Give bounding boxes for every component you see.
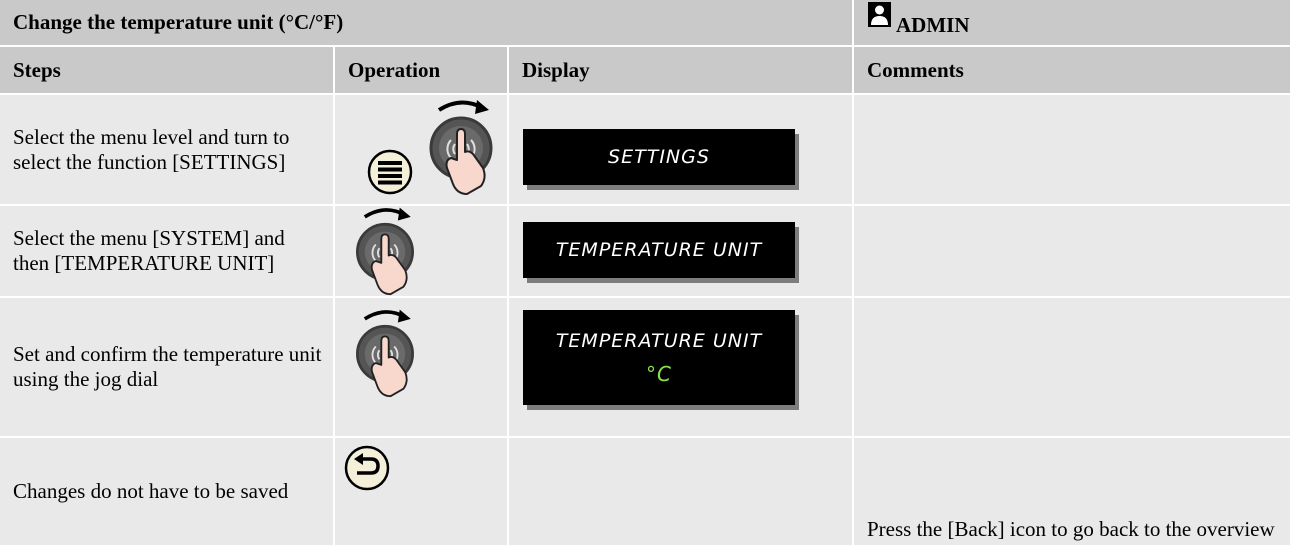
section-title: Change the temperature unit (°C/°F) xyxy=(0,0,854,47)
operation-cell xyxy=(335,206,509,298)
jog-dial-turn-icon xyxy=(348,306,422,398)
column-header-comments: Comments xyxy=(854,47,1290,95)
comment-cell: Press the [Back] icon to go back to the … xyxy=(854,438,1290,547)
lcd-line: TEMPERATURE UNIT xyxy=(555,238,763,261)
back-button-icon xyxy=(344,445,390,491)
role-badge: ADMIN xyxy=(854,0,1290,47)
display-cell: SETTINGS xyxy=(509,95,854,206)
step-text: Changes do not have to be saved xyxy=(0,438,335,547)
jog-dial-turn-icon xyxy=(348,206,422,296)
operation-cell xyxy=(335,298,509,438)
lcd-line: TEMPERATURE UNIT xyxy=(555,329,763,352)
comment-cell xyxy=(854,298,1290,438)
jog-dial-turn-icon xyxy=(421,96,501,196)
step-text: Select the menu level and turn to select… xyxy=(0,95,335,206)
display-cell xyxy=(509,438,854,547)
comment-cell xyxy=(854,95,1290,206)
menu-button-icon xyxy=(367,149,413,195)
operation-cell xyxy=(335,95,509,206)
display-cell: TEMPERATURE UNIT °C xyxy=(509,298,854,438)
column-header-steps: Steps xyxy=(0,47,335,95)
role-label: ADMIN xyxy=(896,13,970,37)
instruction-table: Change the temperature unit (°C/°F) ADMI… xyxy=(0,0,1290,549)
step-text: Select the menu [SYSTEM] and then [TEMPE… xyxy=(0,206,335,298)
operation-cell xyxy=(335,438,509,547)
column-header-display: Display xyxy=(509,47,854,95)
display-cell: TEMPERATURE UNIT xyxy=(509,206,854,298)
lcd-value: °C xyxy=(646,361,672,386)
lcd-line: SETTINGS xyxy=(608,145,710,168)
lcd-display: TEMPERATURE UNIT °C xyxy=(523,310,795,405)
comment-cell xyxy=(854,206,1290,298)
step-text: Set and confirm the temperature unit usi… xyxy=(0,298,335,438)
lcd-display: TEMPERATURE UNIT xyxy=(523,222,795,278)
lcd-display: SETTINGS xyxy=(523,129,795,185)
column-header-operation: Operation xyxy=(335,47,509,95)
user-icon xyxy=(868,2,891,27)
instruction-page: Change the temperature unit (°C/°F) ADMI… xyxy=(0,0,1290,549)
